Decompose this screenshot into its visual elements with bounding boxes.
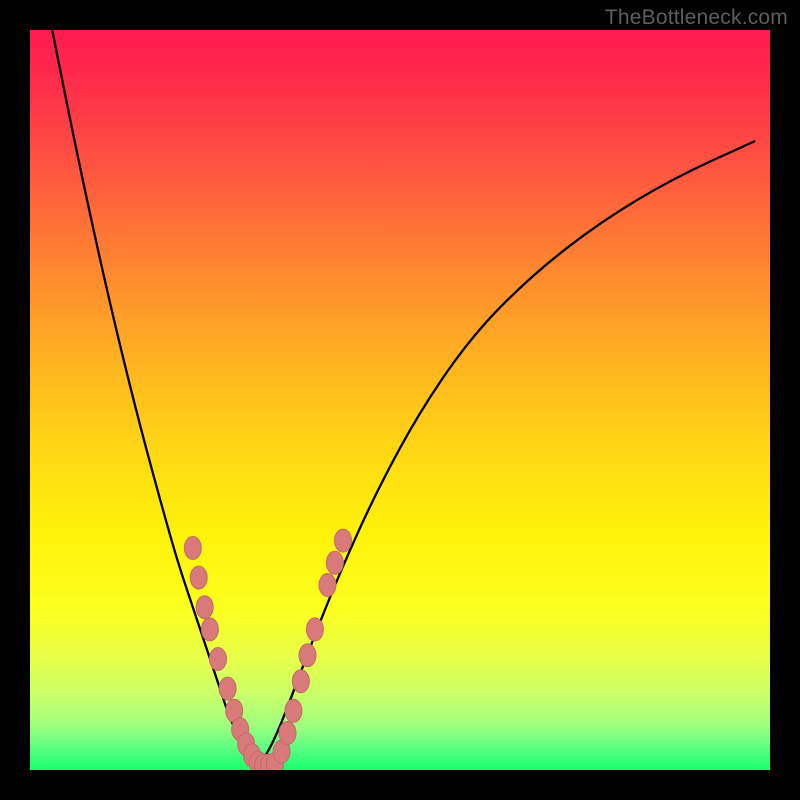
data-marker: [299, 644, 316, 667]
data-marker: [306, 618, 323, 641]
plot-area: [30, 30, 770, 770]
curve-layer: [30, 30, 770, 770]
data-marker: [285, 699, 302, 722]
data-marker: [190, 566, 207, 589]
data-marker: [201, 618, 218, 641]
data-marker: [196, 596, 213, 619]
left-branch-curve: [52, 30, 259, 766]
data-marker: [219, 677, 236, 700]
data-marker: [319, 574, 336, 597]
data-marker: [326, 551, 343, 574]
watermark-text: TheBottleneck.com: [605, 6, 788, 30]
data-marker: [184, 537, 201, 560]
data-marker: [335, 529, 352, 552]
data-marker: [209, 648, 226, 671]
right-branch-curve: [259, 141, 755, 766]
data-markers: [184, 529, 351, 770]
data-marker: [279, 722, 296, 745]
chart-frame: TheBottleneck.com: [0, 0, 800, 800]
data-marker: [292, 670, 309, 693]
